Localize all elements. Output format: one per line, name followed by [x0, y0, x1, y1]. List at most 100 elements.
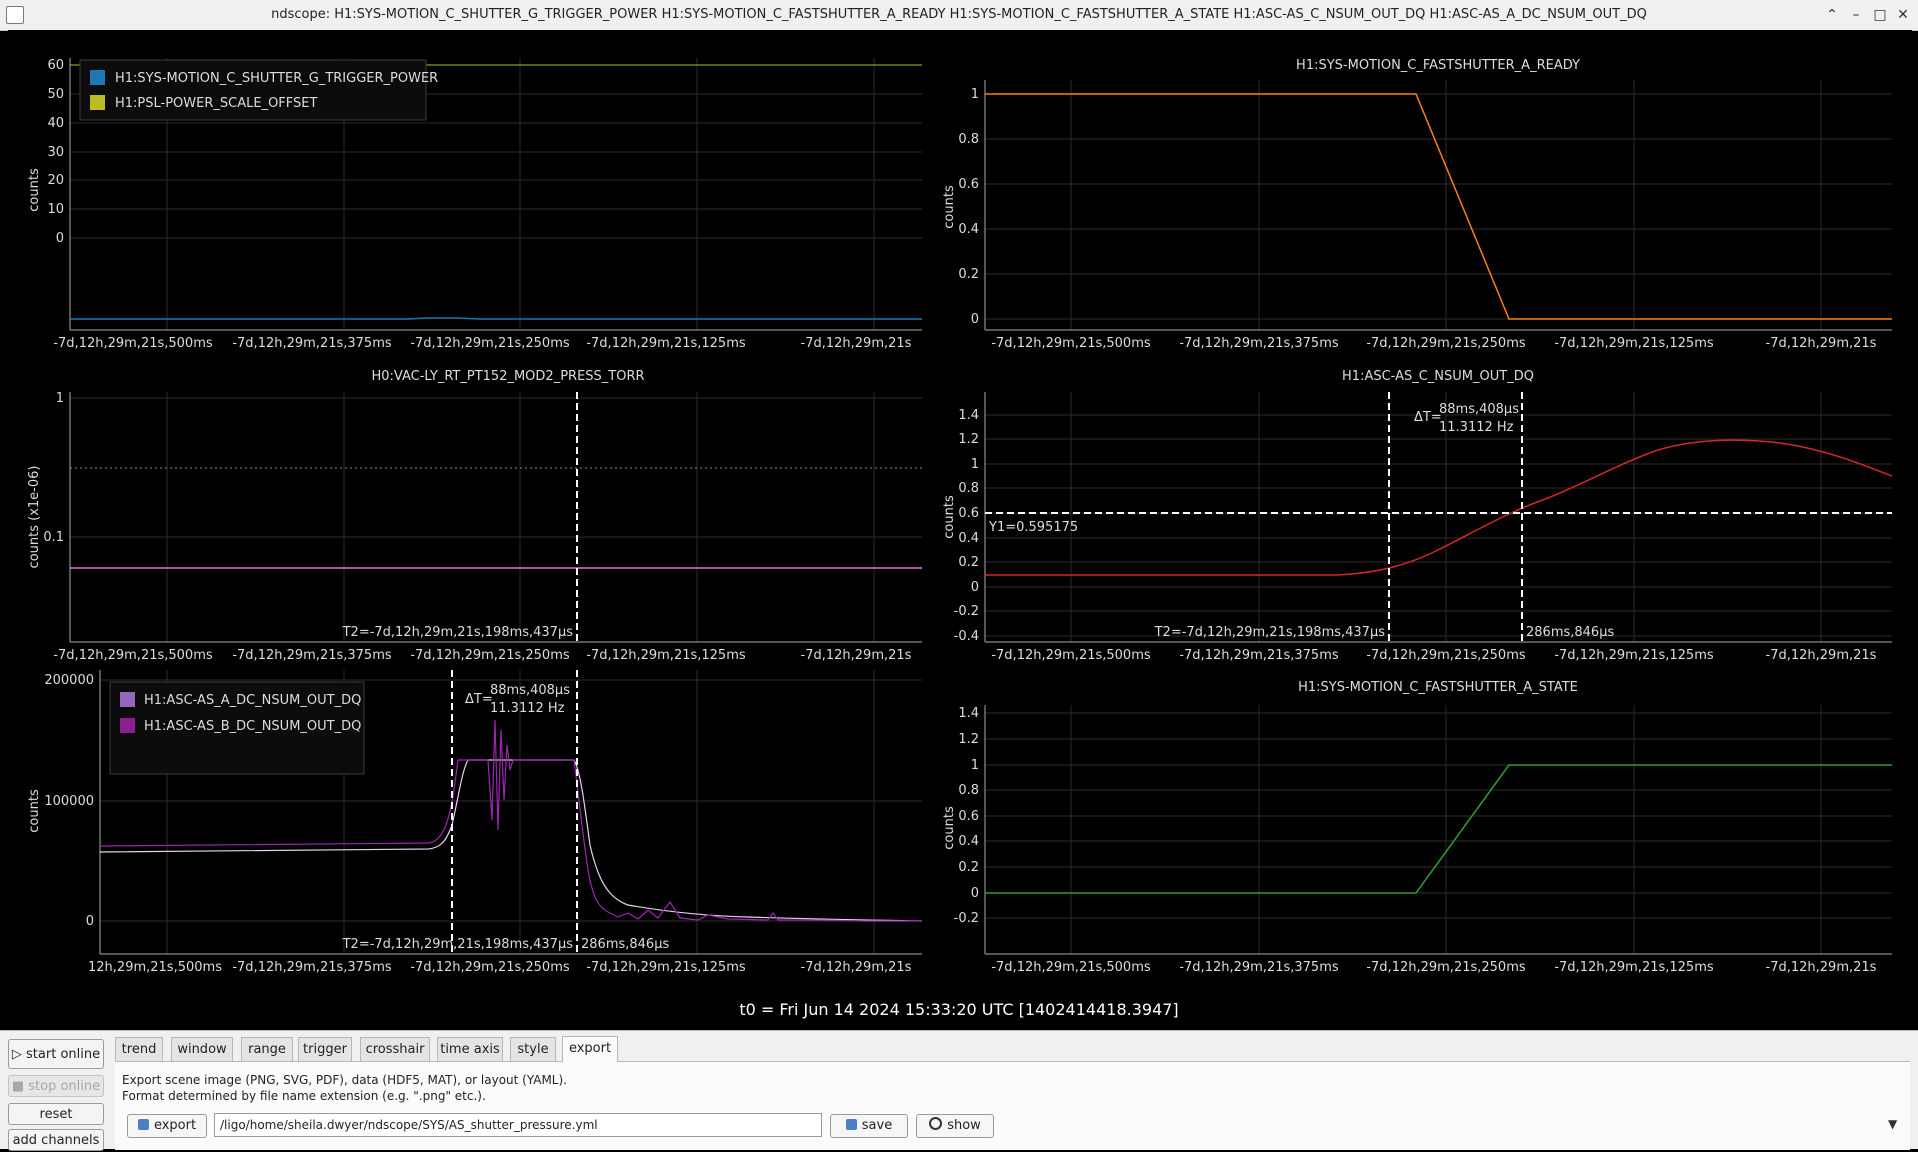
tab-range[interactable]: range: [241, 1037, 293, 1061]
y-tick: 0: [56, 231, 64, 246]
x-tick: -7d,12h,29m,21s,125ms: [586, 648, 746, 663]
y-tick: -0.4: [954, 629, 979, 644]
plot-fastshutter-state[interactable]: H1:SYS-MOTION_C_FASTSHUTTER_A_STATE 1.4 …: [942, 680, 1892, 975]
legend: H1:ASC-AS_A_DC_NSUM_OUT_DQ H1:ASC-AS_B_D…: [109, 681, 365, 775]
tab-export[interactable]: export: [562, 1036, 618, 1062]
export-button[interactable]: export: [127, 1114, 207, 1138]
y-tick: 0: [971, 580, 979, 595]
chevron-down-icon[interactable]: ▼: [1888, 1117, 1897, 1131]
y-tick: 0: [971, 886, 979, 901]
y-tick: 0.8: [958, 132, 979, 147]
x-tick: -7d,12h,29m,21s,500ms: [991, 648, 1151, 663]
export-description: Export scene image (PNG, SVG, PDF), data…: [122, 1073, 567, 1087]
x-tick: -7d,12h,29m,21s,250ms: [1366, 336, 1526, 351]
x-tick: -7d,12h,29m,21s,250ms: [1366, 960, 1526, 975]
x-tick: -7d,12h,29m,21s,375ms: [1179, 336, 1339, 351]
y-tick: 0.8: [958, 481, 979, 496]
reset-button[interactable]: reset: [8, 1103, 104, 1125]
t2-label: T2=-7d,12h,29m,21s,198ms,437µs: [342, 625, 574, 640]
x-tick: -7d,12h,29m,21s: [1766, 648, 1877, 663]
x-tick: -7d,12h,29m,21s,250ms: [410, 960, 570, 975]
y-tick: 0.8: [958, 783, 979, 798]
y-tick: 1: [971, 87, 979, 102]
tab-trend[interactable]: trend: [115, 1037, 163, 1061]
y-tick: 0.2: [958, 555, 979, 570]
y-tick: 1: [971, 457, 979, 472]
plot-asc-c-nsum[interactable]: H1:ASC-AS_C_NSUM_OUT_DQ 1.4 1.2 1 0.8 0.…: [942, 369, 1893, 663]
delta-t-value: 88ms,408µs: [490, 683, 570, 698]
y-tick-labels: 60 50 40 30 20 10 0: [47, 58, 64, 246]
chevron-up-icon[interactable]: ⌃: [1822, 5, 1842, 25]
y-tick: 0: [971, 312, 979, 327]
reset-label: reset: [39, 1107, 73, 1122]
add-channels-label: add channels: [12, 1133, 100, 1148]
y-axis-label: counts: [942, 185, 957, 229]
plot-trigger-power[interactable]: 60 50 40 30 20 10 0 counts -7d,12h,29m,2…: [27, 58, 922, 351]
x-tick: -7d,12h,29m,21s,125ms: [586, 960, 746, 975]
y-tick: 30: [47, 145, 64, 160]
tab-window[interactable]: window: [171, 1037, 233, 1061]
close-icon[interactable]: ✕: [1893, 5, 1913, 25]
tab-trigger[interactable]: trigger: [298, 1037, 352, 1061]
x-tick: -7d,12h,29m,21s,375ms: [232, 336, 392, 351]
y-tick: 50: [47, 87, 64, 102]
x-tick: -7d,12h,29m,21s,500ms: [53, 336, 213, 351]
stop-icon: ■: [11, 1079, 29, 1094]
legend-label: H1:PSL-POWER_SCALE_OFFSET: [115, 96, 317, 111]
y-tick: 10: [47, 202, 64, 217]
y-axis-label: counts: [942, 495, 957, 539]
y-tick: 40: [47, 116, 64, 131]
x-tick-labels: -7d,12h,29m,21s,500ms -7d,12h,29m,21s,37…: [53, 336, 911, 351]
tab-crosshair[interactable]: crosshair: [360, 1037, 430, 1061]
plot-title: H1:SYS-MOTION_C_FASTSHUTTER_A_READY: [1296, 58, 1580, 73]
x-tick: -7d,12h,29m,21s,125ms: [1554, 336, 1714, 351]
y-tick: 0.2: [958, 860, 979, 875]
y-tick: 0: [86, 914, 94, 929]
start-online-button[interactable]: ▷ start online: [8, 1039, 104, 1069]
legend-label: H1:ASC-AS_A_DC_NSUM_OUT_DQ: [144, 693, 361, 708]
t1-label: 286ms,846µs: [581, 937, 669, 952]
x-tick: -7d,12h,29m,21s,125ms: [1554, 960, 1714, 975]
y-axis-label: counts (x1e-06): [27, 466, 42, 569]
tab-time-axis[interactable]: time axis: [437, 1037, 503, 1061]
y-tick: 1.2: [958, 432, 979, 447]
show-button-label: show: [947, 1118, 981, 1133]
save-button-label: save: [861, 1118, 893, 1133]
plot-asc-ab-nsum[interactable]: 200000 100000 0 counts 12h,29m,21s,500ms…: [27, 670, 923, 975]
x-tick: -7d,12h,29m,21s,500ms: [991, 336, 1151, 351]
x-tick: -7d,12h,29m,21s,125ms: [1554, 648, 1714, 663]
x-tick: -7d,12h,29m,21s: [1766, 336, 1877, 351]
y-tick: 1.2: [958, 732, 979, 747]
y-axis-label: counts: [942, 806, 957, 850]
x-tick: -7d,12h,29m,21s,375ms: [1179, 648, 1339, 663]
stop-online-button[interactable]: ■ stop online: [8, 1075, 104, 1097]
plot-fastshutter-ready[interactable]: H1:SYS-MOTION_C_FASTSHUTTER_A_READY 1 0.…: [942, 58, 1892, 351]
minimize-icon[interactable]: –: [1846, 5, 1866, 25]
tab-style[interactable]: style: [510, 1037, 556, 1061]
x-tick: -7d,12h,29m,21s,375ms: [232, 648, 392, 663]
delta-t-label: ΔT=: [465, 692, 493, 707]
series-asc-c-nsum: [985, 439, 1893, 576]
y-tick: 1.4: [958, 706, 979, 721]
plot-title: H1:ASC-AS_C_NSUM_OUT_DQ: [1342, 369, 1534, 384]
plot-vac-pressure[interactable]: H0:VAC-LY_RT_PT152_MOD2_PRESS_TORR 1 0.1…: [27, 369, 922, 663]
t1-label: 286ms,846µs: [1526, 625, 1614, 640]
y-tick: 0.4: [958, 222, 979, 237]
y-tick: -0.2: [954, 911, 979, 926]
save-button[interactable]: save: [830, 1114, 908, 1138]
x-tick: -7d,12h,29m,21s,250ms: [410, 336, 570, 351]
y-tick: 0.1: [43, 530, 64, 545]
x-tick: -7d,12h,29m,21s,250ms: [1366, 648, 1526, 663]
t2-label: T2=-7d,12h,29m,21s,198ms,437µs: [342, 937, 574, 952]
export-button-label: export: [153, 1118, 197, 1133]
stop-online-label: stop online: [28, 1079, 101, 1094]
x-tick: -7d,12h,29m,21s,375ms: [232, 960, 392, 975]
y-tick: -0.2: [954, 604, 979, 619]
x-tick: -7d,12h,29m,21s,375ms: [1179, 960, 1339, 975]
x-tick: -7d,12h,29m,21s,250ms: [410, 648, 570, 663]
y-axis-label: counts: [27, 168, 42, 212]
y-tick: 0.4: [958, 531, 979, 546]
maximize-icon[interactable]: □: [1870, 5, 1890, 25]
show-button[interactable]: show: [916, 1114, 994, 1138]
export-file-path-field[interactable]: /ligo/home/sheila.dwyer/ndscope/SYS/AS_s…: [214, 1113, 822, 1137]
